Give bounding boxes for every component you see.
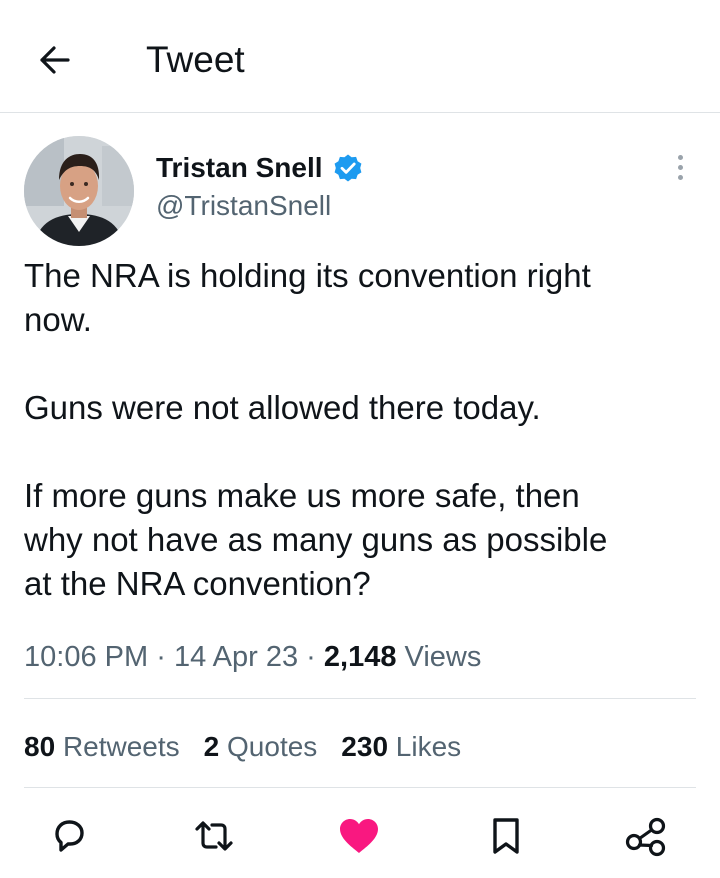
tweet-paragraph: Guns were not allowed there today. [24,389,541,426]
tweet-paragraph: If more guns make us more safe, then why… [24,477,608,602]
avatar[interactable] [24,136,134,246]
verified-badge-icon [333,153,363,183]
bookmark-icon [493,818,519,854]
action-bar [0,806,720,866]
retweet-icon [195,821,233,851]
views-count: 2,148 [323,641,397,673]
bookmark-button[interactable] [482,812,530,860]
share-button[interactable] [622,812,670,860]
author-name[interactable]: Tristan Snell [156,150,363,186]
tweet-paragraph: The NRA is holding its convention right … [24,257,591,338]
likes-label: Likes [395,731,462,762]
top-bar: Tweet [0,0,720,113]
quotes-stat[interactable]: 2 Quotes [204,727,318,767]
heart-icon [340,819,378,853]
retweets-stat[interactable]: 80 Retweets [24,727,180,767]
likes-count: 230 [341,731,389,762]
more-options-icon[interactable] [670,150,690,190]
reply-icon [55,820,84,852]
author-handle[interactable]: @TristanSnell [156,188,331,224]
share-icon [625,817,666,857]
tweet-time: 10:06 PM [24,641,149,673]
back-button[interactable] [30,38,82,82]
meta-separator: · [306,641,316,673]
retweets-label: Retweets [62,731,180,762]
tweet-stats: 80 Retweets 2 Quotes 230 Likes [24,727,485,767]
arrow-left-icon [40,46,70,74]
tweet-date: 14 Apr 23 [173,641,299,673]
avatar-photo [24,136,134,246]
retweet-button[interactable] [190,812,238,860]
views-label: Views [404,641,482,673]
quotes-count: 2 [203,731,220,762]
divider [24,787,696,788]
tweet-text: The NRA is holding its convention right … [24,254,694,606]
like-button[interactable] [335,812,383,860]
retweets-count: 80 [24,731,56,762]
tweet-meta: 10:06 PM · 14 Apr 23 · 2,148 Views [24,637,481,677]
likes-stat[interactable]: 230 Likes [341,727,461,767]
quotes-label: Quotes [227,731,318,762]
divider [24,698,696,699]
page-title: Tweet [146,39,245,80]
meta-separator: · [156,641,166,673]
reply-button[interactable] [45,812,93,860]
author-name-text: Tristan Snell [156,152,323,183]
